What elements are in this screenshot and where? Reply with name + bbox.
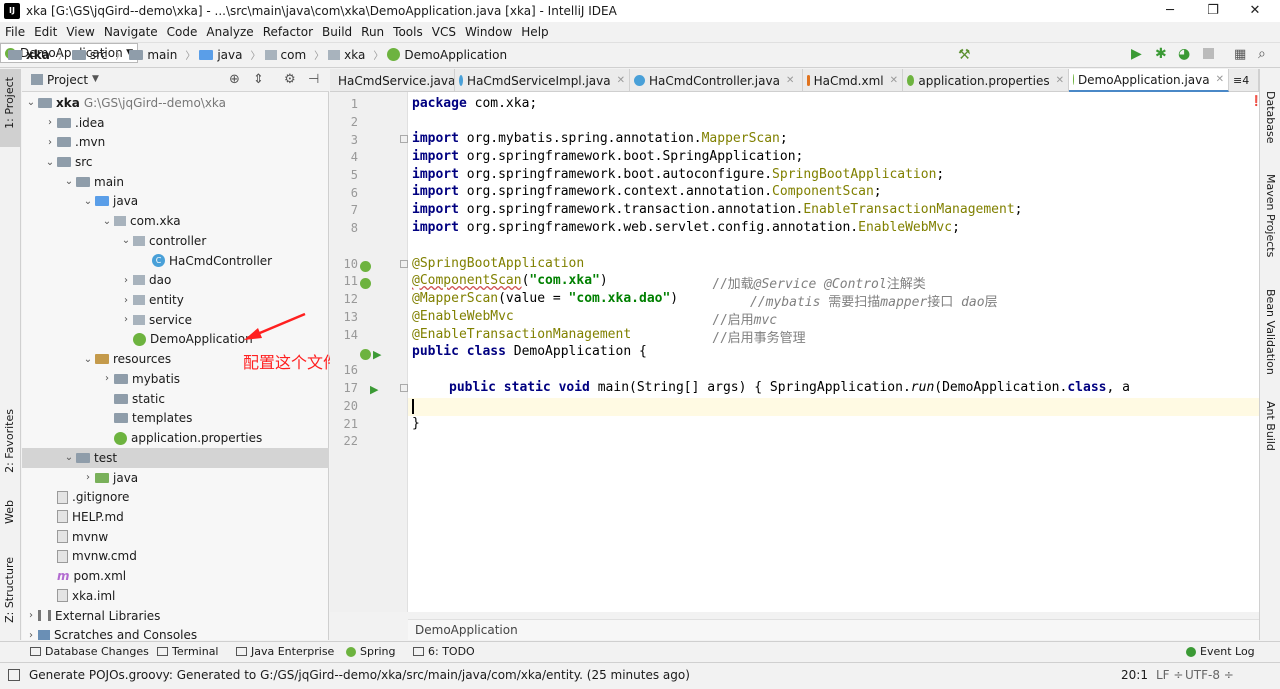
todo-icon bbox=[413, 647, 424, 656]
line-number: 12 bbox=[343, 292, 358, 306]
line-number: 21 bbox=[343, 417, 358, 431]
fold-icon[interactable] bbox=[400, 384, 408, 392]
line-number: 7 bbox=[350, 203, 358, 217]
spring-icon bbox=[346, 646, 356, 657]
terminal-icon bbox=[157, 647, 168, 656]
caret-position[interactable]: 20:1 bbox=[1121, 668, 1148, 682]
tab-hacmdservice[interactable]: HaCmdService.java✕ bbox=[330, 69, 455, 92]
fold-icon[interactable] bbox=[400, 260, 408, 268]
tab-overflow-button[interactable]: ≡4 bbox=[1229, 69, 1259, 92]
tab-bean-validation[interactable]: Bean Validation bbox=[1264, 289, 1277, 375]
line-number: 6 bbox=[350, 186, 358, 200]
close-tab-icon[interactable]: ✕ bbox=[1056, 75, 1064, 86]
tab-hacmdcontroller[interactable]: HaCmdController.java ✕ bbox=[630, 69, 803, 92]
tool-database-changes[interactable]: Database Changes bbox=[30, 645, 149, 658]
toggle-tool-windows-icon[interactable] bbox=[8, 669, 20, 681]
tab-application-properties[interactable]: application.properties ✕ bbox=[903, 69, 1069, 92]
java-enterprise-icon bbox=[236, 647, 247, 656]
tool-spring[interactable]: Spring bbox=[346, 645, 396, 658]
line-number: 8 bbox=[350, 221, 358, 235]
spring-bean-gutter-icon[interactable] bbox=[360, 261, 371, 272]
tool-event-log[interactable]: Event Log bbox=[1186, 645, 1255, 658]
tab-database[interactable]: Database bbox=[1264, 91, 1277, 144]
line-number: 3 bbox=[350, 133, 358, 147]
database-icon bbox=[30, 647, 41, 656]
event-log-icon bbox=[1186, 646, 1196, 657]
fold-icon[interactable] bbox=[400, 135, 408, 143]
line-number: 20 bbox=[343, 399, 358, 413]
run-gutter-icon[interactable]: ▶ bbox=[370, 383, 378, 396]
line-number: 11 bbox=[343, 274, 358, 288]
spring-class-icon bbox=[1073, 74, 1074, 85]
line-number: 4 bbox=[350, 150, 358, 164]
tool-terminal[interactable]: Terminal bbox=[157, 645, 219, 658]
line-number: 10 bbox=[343, 257, 358, 271]
encoding-select[interactable]: UTF-8 ÷ bbox=[1185, 668, 1234, 682]
line-number: 22 bbox=[343, 434, 358, 448]
tab-ant-build[interactable]: Ant Build bbox=[1264, 401, 1277, 451]
tab-hacmd-xml[interactable]: HaCmd.xml ✕ bbox=[803, 69, 903, 92]
editor-tab-bar: HaCmdService.java✕ HaCmdServiceImpl.java… bbox=[330, 69, 1259, 92]
bottom-tool-bar: Database Changes Terminal Java Enterpris… bbox=[0, 641, 1280, 662]
editor-gutter: 1 2 3 4 5 6 7 8 10 9 11 12 13 14 16 17 2… bbox=[330, 92, 408, 612]
tool-todo[interactable]: 6: TODO bbox=[413, 645, 475, 658]
line-number: 17 bbox=[343, 381, 358, 395]
line-number: 13 bbox=[343, 310, 358, 324]
class-icon bbox=[459, 75, 464, 86]
run-gutter-icon[interactable]: ▶ bbox=[373, 348, 381, 361]
line-separator-select[interactable]: LF ÷ bbox=[1156, 668, 1183, 682]
text-caret bbox=[412, 399, 414, 414]
close-tab-icon[interactable]: ✕ bbox=[890, 75, 898, 86]
line-number: 1 bbox=[350, 97, 358, 111]
line-number: 2 bbox=[350, 115, 358, 129]
line-number: 16 bbox=[343, 363, 358, 377]
class-icon bbox=[634, 75, 645, 86]
close-tab-icon[interactable]: ✕ bbox=[617, 75, 625, 86]
close-tab-icon[interactable]: ✕ bbox=[1216, 74, 1224, 85]
code-editor[interactable]: package com.xka; import org.mybatis.spri… bbox=[408, 92, 1259, 612]
status-bar: Generate POJOs.groovy: Generated to G:/G… bbox=[0, 662, 1280, 689]
tab-hacmdserviceimpl[interactable]: HaCmdServiceImpl.java ✕ bbox=[455, 69, 630, 92]
close-tab-icon[interactable]: ✕ bbox=[786, 75, 794, 86]
status-message[interactable]: Generate POJOs.groovy: Generated to G:/G… bbox=[29, 668, 690, 682]
tab-demoapplication[interactable]: DemoApplication.java ✕ bbox=[1069, 69, 1229, 92]
editor-breadcrumb[interactable]: DemoApplication bbox=[408, 619, 1259, 640]
line-number: 5 bbox=[350, 168, 358, 182]
spring-bean-gutter-icon[interactable] bbox=[360, 278, 371, 289]
tool-java-enterprise[interactable]: Java Enterprise bbox=[236, 645, 334, 658]
line-number: 14 bbox=[343, 328, 358, 342]
spring-icon bbox=[907, 75, 915, 86]
tab-maven-projects[interactable]: Maven Projects bbox=[1264, 174, 1277, 257]
xml-file-icon bbox=[807, 75, 810, 86]
spring-bean-gutter-icon[interactable] bbox=[360, 349, 371, 360]
annotation-text: 配置这个文件 bbox=[243, 353, 340, 372]
right-tool-stripe: Database Maven Projects Bean Validation … bbox=[1259, 69, 1280, 640]
current-line-highlight bbox=[408, 398, 1259, 416]
